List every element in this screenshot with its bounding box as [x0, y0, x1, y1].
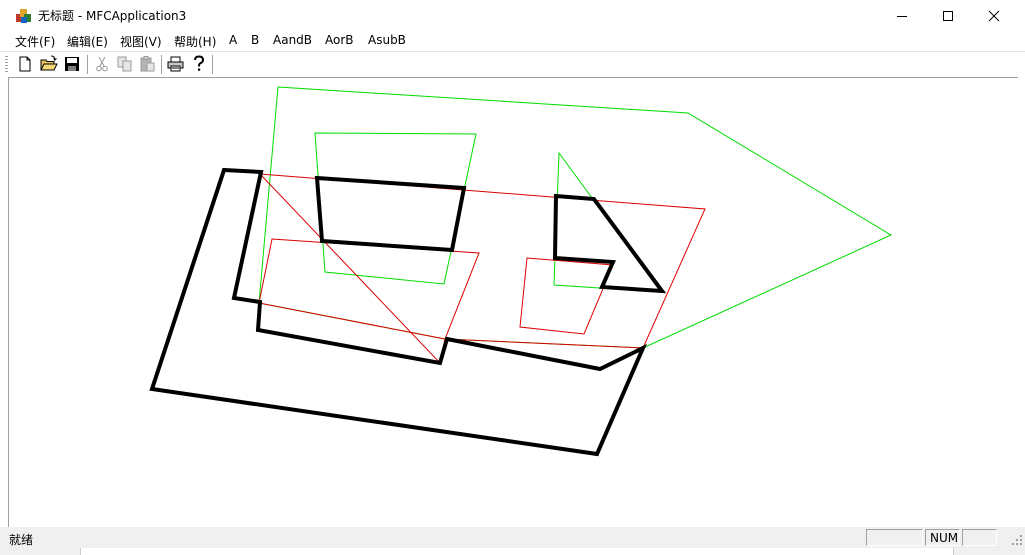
- polygon-drawing: [149, 86, 893, 457]
- app-window: 无标题 - MFCApplication3 文件(F) 编辑(E) 视图(V) …: [0, 0, 1025, 548]
- status-pane-scrl: [962, 529, 997, 546]
- drawing-canvas[interactable]: [8, 77, 1018, 527]
- status-bar: 就绪 NUM: [0, 527, 1025, 548]
- polygon-a-outer: [258, 86, 893, 349]
- status-pane-num: NUM: [925, 529, 960, 546]
- background-behind-window: [0, 548, 1025, 555]
- status-text: 就绪: [9, 533, 34, 547]
- polygon-b-hole-right: [519, 257, 614, 335]
- polygon-a-hole-left: [314, 132, 477, 285]
- status-pane-caps: [866, 529, 923, 546]
- background-document-strip: [80, 548, 954, 555]
- resize-grip-icon[interactable]: [1011, 534, 1023, 546]
- result-outer: [149, 167, 647, 457]
- result-hole-right: [552, 193, 667, 294]
- polygon-b-outer: [258, 173, 706, 365]
